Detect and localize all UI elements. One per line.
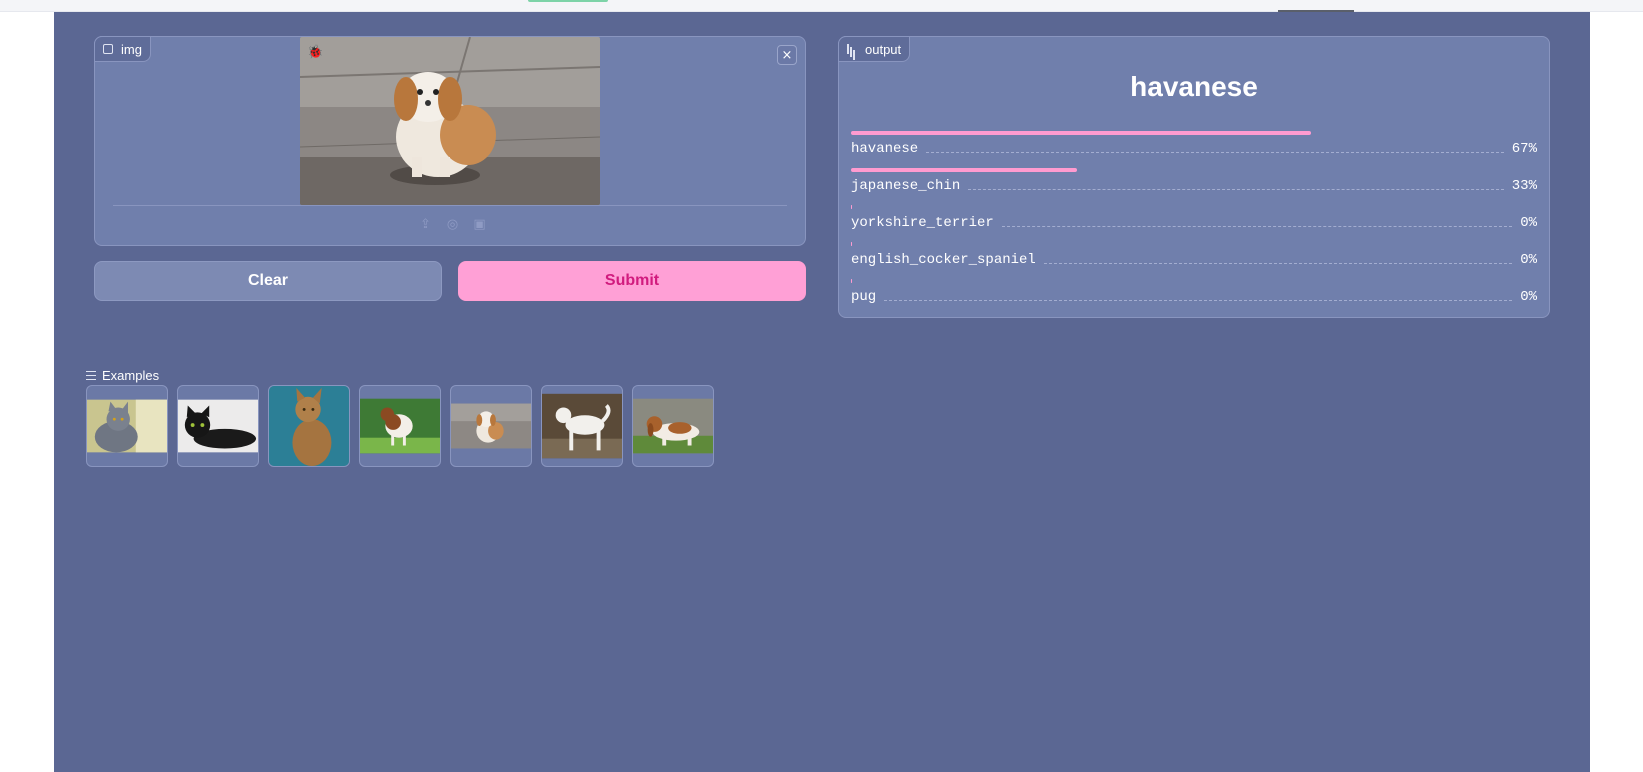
confidence-label: yorkshire_terrier bbox=[851, 215, 994, 231]
confidence-value: 67% bbox=[1511, 141, 1537, 157]
clear-button[interactable]: Clear bbox=[94, 261, 442, 301]
list-icon bbox=[86, 371, 96, 380]
dotted-leader bbox=[968, 189, 1504, 190]
example-basset-hound[interactable] bbox=[632, 385, 714, 467]
confidence-bar bbox=[851, 131, 1311, 135]
confidence-bar bbox=[851, 279, 852, 283]
confidence-value: 33% bbox=[1511, 178, 1537, 194]
confidence-row[interactable]: pug 0% bbox=[851, 279, 1537, 309]
image-input-panel[interactable]: 🐞 img × ⇪ ◎ ▣ bbox=[94, 36, 806, 246]
browser-top-strip bbox=[0, 0, 1643, 12]
input-label-text: img bbox=[121, 41, 142, 57]
examples-gallery bbox=[86, 385, 714, 467]
confidence-row[interactable]: yorkshire_terrier 0% bbox=[851, 205, 1537, 235]
confidence-label: havanese bbox=[851, 141, 919, 157]
example-black-cat[interactable] bbox=[177, 385, 259, 467]
confidence-value: 0% bbox=[1520, 215, 1537, 231]
dotted-leader bbox=[1001, 226, 1513, 227]
confidence-bar bbox=[851, 242, 852, 246]
upload-icon[interactable]: ⇪ bbox=[418, 217, 433, 232]
confidence-row[interactable]: english_cocker_spaniel 0% bbox=[851, 242, 1537, 272]
input-label: img bbox=[94, 36, 151, 62]
output-panel: output havanese havanese 67% japanese_ch… bbox=[838, 36, 1550, 318]
confidence-row[interactable]: havanese 67% bbox=[851, 131, 1537, 161]
clipboard-icon[interactable]: ▣ bbox=[472, 217, 487, 232]
example-grey-cat[interactable] bbox=[86, 385, 168, 467]
submit-button[interactable]: Submit bbox=[458, 261, 806, 301]
output-label-text: output bbox=[865, 41, 902, 57]
ladybug-icon: 🐞 bbox=[307, 45, 324, 60]
confidence-label: japanese_chin bbox=[851, 178, 961, 194]
clear-image-button[interactable]: × bbox=[777, 45, 797, 65]
confidence-value: 0% bbox=[1520, 289, 1537, 305]
uploaded-image bbox=[300, 37, 600, 205]
confidence-bar bbox=[851, 168, 1077, 172]
top-prediction: havanese bbox=[1130, 71, 1258, 102]
dotted-leader bbox=[1043, 263, 1513, 264]
webcam-icon[interactable]: ◎ bbox=[445, 217, 460, 232]
confidence-bar bbox=[851, 205, 852, 209]
confidence-value: 0% bbox=[1520, 252, 1537, 268]
example-white-dog[interactable] bbox=[541, 385, 623, 467]
chart-icon bbox=[847, 44, 857, 54]
confidence-label: english_cocker_spaniel bbox=[851, 252, 1036, 268]
app-container: 🐞 img × ⇪ ◎ ▣ Clear Submit output havane… bbox=[54, 12, 1590, 772]
example-shih-tzu[interactable] bbox=[450, 385, 532, 467]
image-icon bbox=[103, 44, 113, 54]
example-abyssinian-cat[interactable] bbox=[268, 385, 350, 467]
examples-header: Examples bbox=[86, 368, 159, 383]
top-indicator bbox=[528, 0, 608, 2]
confidence-row[interactable]: japanese_chin 33% bbox=[851, 168, 1537, 198]
examples-title: Examples bbox=[102, 368, 160, 383]
example-saint-bernard[interactable] bbox=[359, 385, 441, 467]
output-label: output bbox=[838, 36, 911, 62]
dotted-leader bbox=[884, 300, 1513, 301]
divider bbox=[113, 205, 787, 206]
source-selector: ⇪ ◎ ▣ bbox=[418, 217, 487, 232]
dotted-leader bbox=[926, 152, 1504, 153]
confidence-label: pug bbox=[851, 289, 877, 305]
